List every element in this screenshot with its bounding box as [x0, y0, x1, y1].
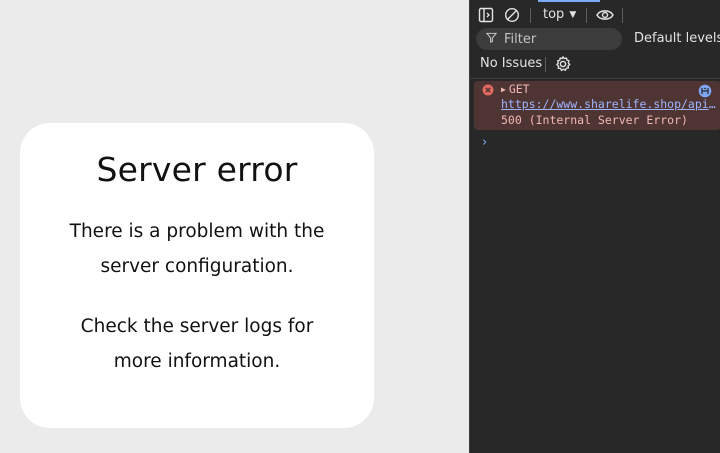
- log-levels-dropdown[interactable]: Default levels ▼: [634, 31, 720, 46]
- toolbar-divider: [545, 57, 546, 72]
- filter-icon: [485, 32, 498, 47]
- gear-icon[interactable]: [554, 55, 572, 73]
- filter-placeholder: Filter: [504, 31, 537, 47]
- toolbar-divider: [586, 8, 587, 23]
- console-toolbar: top ▼: [470, 2, 720, 27]
- clear-console-icon[interactable]: [503, 6, 521, 24]
- toolbar-divider: [530, 8, 531, 23]
- chevron-down-icon: ▼: [569, 9, 577, 20]
- error-description-line2: server configuration.: [100, 256, 294, 277]
- error-hint: Check the server logs for more informati…: [20, 309, 374, 379]
- toolbar-border: [470, 78, 720, 79]
- context-label: top: [543, 7, 565, 22]
- filter-input[interactable]: Filter: [476, 28, 622, 50]
- eye-icon[interactable]: [595, 6, 615, 24]
- request-method-label: GET: [508, 82, 530, 96]
- request-method[interactable]: ▶ GET: [501, 82, 530, 96]
- error-card: Server error There is a problem with the…: [20, 123, 374, 428]
- console-error-message[interactable]: ▶ GET https://www.sharelife.shop/api/a… …: [474, 81, 720, 130]
- error-status-text: 500 (Internal Server Error): [501, 113, 688, 127]
- error-hint-line1: Check the server logs for: [80, 316, 314, 337]
- web-page: Server error There is a problem with the…: [0, 0, 469, 453]
- error-icon: [482, 84, 494, 96]
- request-url-link[interactable]: https://www.sharelife.shop/api/a…: [501, 97, 719, 111]
- error-description: There is a problem with the server confi…: [20, 214, 374, 284]
- dock-sidebar-icon[interactable]: [477, 6, 495, 24]
- expand-triangle-icon: ▶: [501, 84, 506, 94]
- network-link-icon[interactable]: [698, 84, 712, 98]
- context-selector[interactable]: top ▼: [543, 7, 576, 22]
- devtools-console-panel: top ▼ Filter Default levels ▼ No Issues …: [469, 0, 720, 453]
- page-title: Server error: [96, 150, 298, 189]
- error-hint-line2: more information.: [113, 351, 281, 372]
- console-prompt-icon[interactable]: ›: [482, 135, 487, 150]
- error-description-line1: There is a problem with the: [69, 221, 325, 242]
- issues-link[interactable]: No Issues: [480, 56, 542, 71]
- log-levels-label: Default levels: [634, 31, 720, 46]
- toolbar-divider: [622, 8, 623, 23]
